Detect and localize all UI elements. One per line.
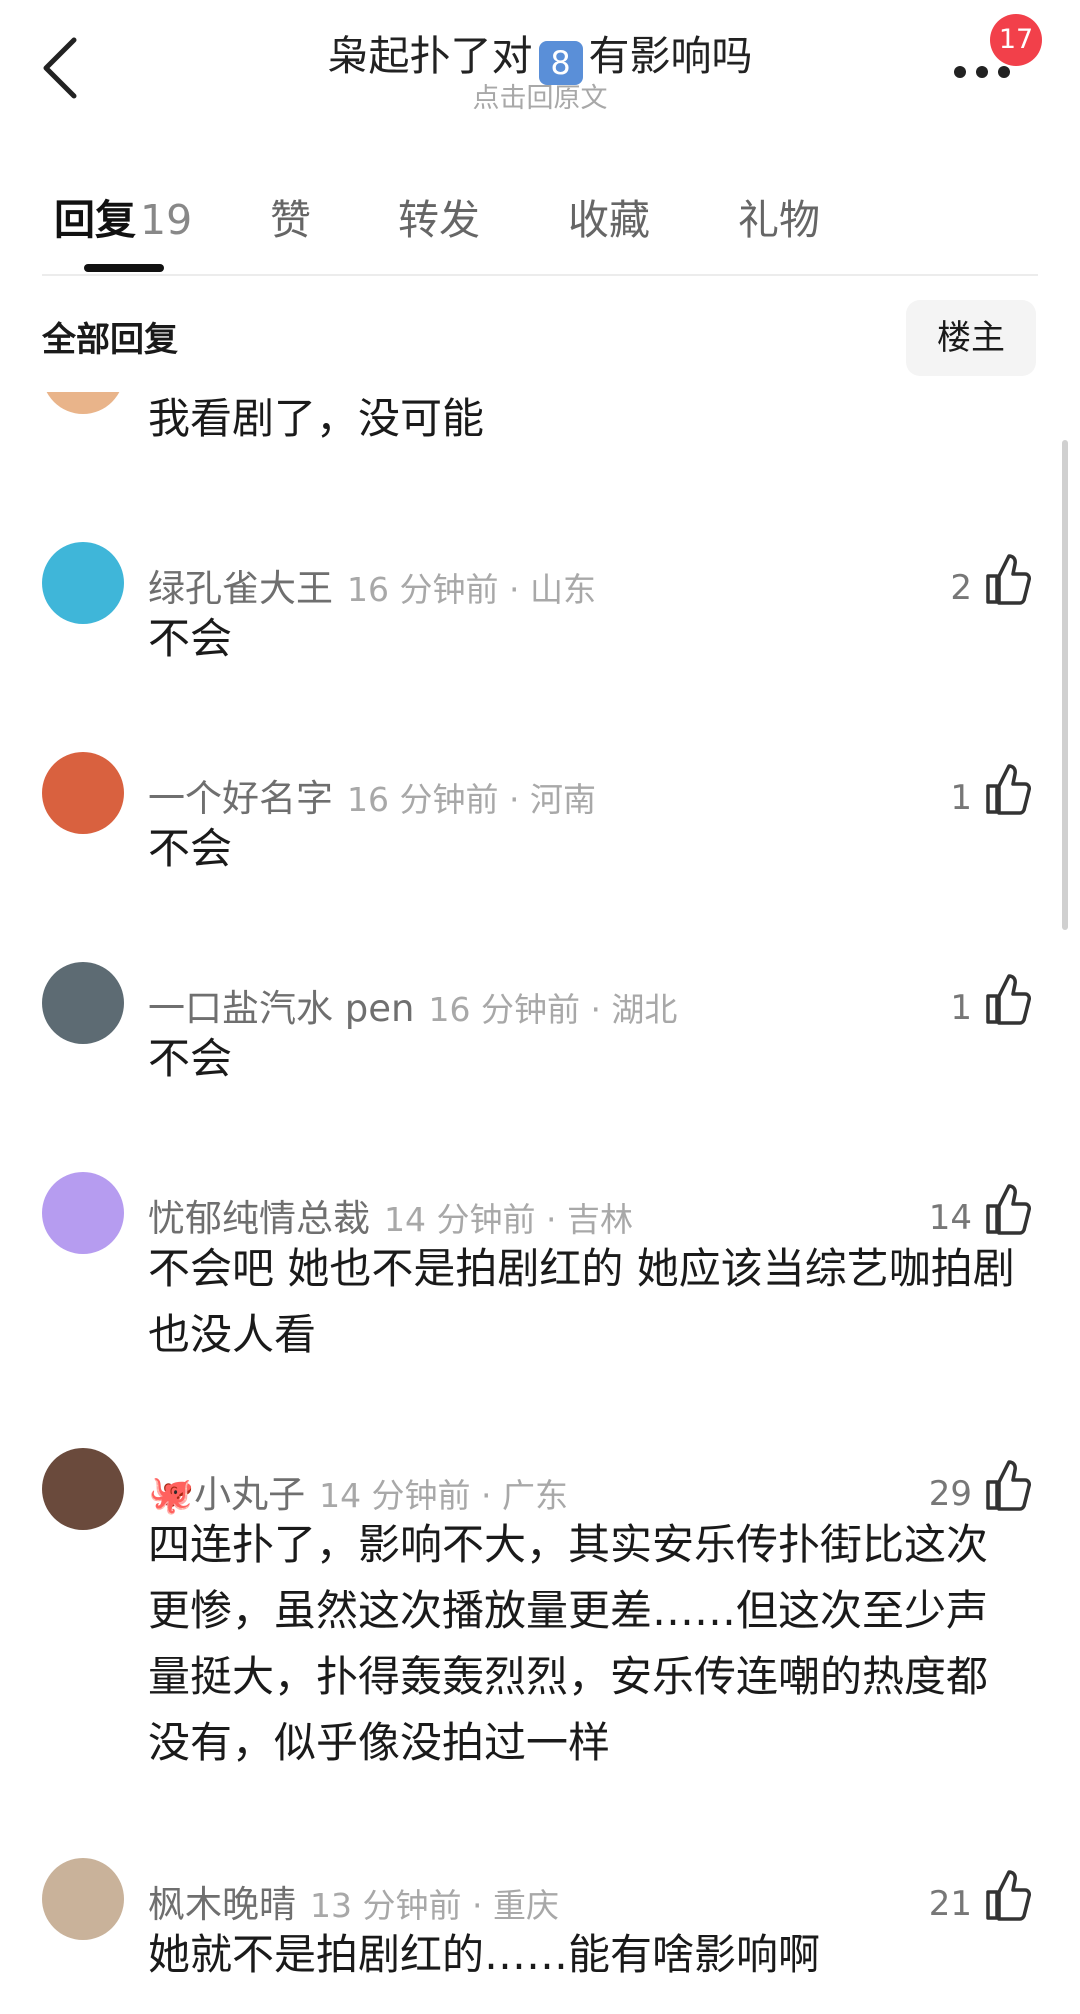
op-only-button[interactable]: 楼主 — [906, 300, 1036, 376]
active-tab-indicator — [84, 264, 164, 272]
username[interactable]: 一个好名字 — [148, 777, 333, 820]
tab-replies[interactable]: 回复19 — [54, 186, 192, 246]
top-bar: 枭起扑了对 8 有影响吗 点击回原文 17 — [0, 0, 1080, 150]
like-count: 21 — [928, 1884, 972, 1924]
divider — [42, 274, 1038, 276]
thumbs-up-icon[interactable] — [984, 552, 1032, 606]
username[interactable]: 忧郁纯情总裁 — [148, 1197, 370, 1240]
title-text-start: 枭起扑了对 — [327, 32, 533, 80]
comment-meta: 一个好名字 16 分钟前 · 河南 — [148, 768, 596, 822]
comment-meta: 忧郁纯情总裁 14 分钟前 · 吉林 — [148, 1188, 633, 1242]
timestamp-location: 13 分钟前 · 重庆 — [310, 1886, 559, 1925]
comment-text: 不会吧 她也不是拍剧红的 她应该当综艺咖拍剧也没人看 — [148, 1244, 1015, 1359]
scrollbar[interactable] — [1062, 440, 1068, 930]
thumbs-up-icon[interactable] — [984, 1182, 1032, 1236]
comment-text: 不会 — [148, 824, 233, 873]
tab-likes[interactable]: 赞 — [270, 186, 311, 246]
comment-text: 不会 — [148, 1034, 233, 1083]
avatar[interactable] — [42, 542, 124, 624]
all-replies-heading: 全部回复 — [42, 320, 178, 360]
bottom-fade — [0, 1975, 1080, 2014]
timestamp-location: 14 分钟前 · 吉林 — [384, 1200, 633, 1239]
avatar[interactable] — [42, 1448, 124, 1530]
notification-badge[interactable]: 17 — [990, 14, 1042, 66]
thumbs-up-icon[interactable] — [984, 1868, 1032, 1922]
thumbs-up-icon[interactable] — [984, 762, 1032, 816]
avatar[interactable] — [42, 1858, 124, 1940]
like-count: 29 — [928, 1474, 972, 1514]
comment-item[interactable]: 一个好名字 16 分钟前 · 河南 1 不会 — [0, 752, 1080, 922]
comment-item[interactable]: 我看剧了，没可能 — [0, 392, 1080, 502]
avatar[interactable] — [42, 962, 124, 1044]
comment-item[interactable]: 🐙小丸子 14 分钟前 · 广东 29 四连扑了，影响不大，其实安乐传扑街比这次更… — [0, 1448, 1080, 1828]
comment-item[interactable]: 忧郁纯情总裁 14 分钟前 · 吉林 14 不会吧 她也不是拍剧红的 她应该当综艺… — [0, 1172, 1080, 1412]
tab-bar: 回复19 赞 转发 收藏 礼物 — [0, 180, 1080, 280]
comment-meta: 枫木晚晴 13 分钟前 · 重庆 — [148, 1874, 559, 1928]
comment-text: 四连扑了，影响不大，其实安乐传扑街比这次更惨，虽然这次播放量更差……但这次至少声… — [148, 1520, 989, 1767]
timestamp-location: 14 分钟前 · 广东 — [319, 1476, 569, 1515]
back-to-original-link[interactable]: 点击回原文 — [0, 76, 1080, 115]
comment-meta: 🐙小丸子 14 分钟前 · 广东 — [148, 1464, 568, 1518]
comment-text: 我看剧了，没可能 — [148, 394, 485, 443]
tab-label: 回复 — [54, 196, 136, 244]
thumbs-up-icon[interactable] — [984, 972, 1032, 1026]
tab-count: 19 — [140, 196, 193, 244]
thumbs-up-icon[interactable] — [984, 1458, 1032, 1512]
timestamp-location: 16 分钟前 · 河南 — [347, 780, 596, 819]
comment-list: 我看剧了，没可能 绿孔雀大王 16 分钟前 · 山东 2 不会 一个好名字 16 分… — [0, 392, 1080, 2014]
username[interactable]: 绿孔雀大王 — [148, 567, 333, 610]
tab-favorites[interactable]: 收藏 — [568, 186, 650, 246]
comment-meta: 绿孔雀大王 16 分钟前 · 山东 — [148, 558, 596, 612]
like-count: 14 — [928, 1198, 972, 1238]
comment-meta: 一口盐汽水 pen 16 分钟前 · 湖北 — [148, 978, 677, 1032]
avatar[interactable] — [42, 392, 124, 414]
avatar[interactable] — [42, 752, 124, 834]
timestamp-location: 16 分钟前 · 湖北 — [428, 990, 678, 1029]
like-count: 1 — [950, 988, 972, 1028]
avatar[interactable] — [42, 1172, 124, 1254]
tab-gifts[interactable]: 礼物 — [738, 186, 820, 246]
timestamp-location: 16 分钟前 · 山东 — [347, 570, 596, 609]
username[interactable]: 枫木晚晴 — [148, 1883, 296, 1926]
username[interactable]: 🐙小丸子 — [148, 1473, 305, 1516]
comment-item[interactable]: 一口盐汽水 pen 16 分钟前 · 湖北 1 不会 — [0, 962, 1080, 1132]
like-count: 1 — [950, 778, 972, 818]
tab-reposts[interactable]: 转发 — [398, 186, 480, 246]
comment-text: 不会 — [148, 614, 233, 663]
title-text-end: 有影响吗 — [588, 32, 753, 80]
comment-item[interactable]: 绿孔雀大王 16 分钟前 · 山东 2 不会 — [0, 542, 1080, 712]
like-count: 2 — [950, 568, 972, 608]
username[interactable]: 一口盐汽水 pen — [148, 987, 414, 1030]
